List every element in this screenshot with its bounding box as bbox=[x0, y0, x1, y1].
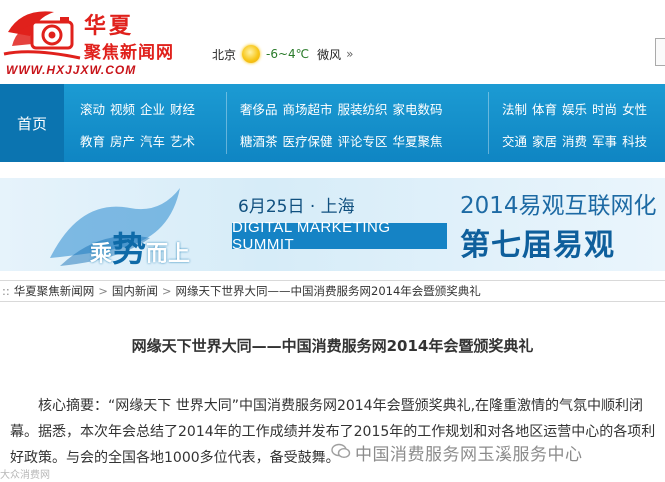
nav-divider bbox=[226, 92, 227, 154]
banner-slogan: 乘势而上 bbox=[90, 222, 190, 271]
nav-link[interactable]: 娱乐 bbox=[562, 102, 587, 117]
nav-link[interactable]: 服装纺织 bbox=[338, 102, 388, 117]
breadcrumb-separator: > bbox=[98, 284, 108, 298]
wechat-icon bbox=[331, 443, 351, 459]
nav-home[interactable]: 首页 bbox=[0, 84, 64, 162]
nav-link[interactable]: 奢侈品 bbox=[240, 102, 278, 117]
slogan-suffix: 而上 bbox=[146, 241, 191, 267]
nav-link[interactable]: 教育 bbox=[80, 134, 105, 149]
banner-summit-label: DIGITAL MARKETING SUMMIT bbox=[232, 219, 447, 253]
nav-link[interactable]: 滚动 bbox=[80, 102, 105, 117]
breadcrumb: :: 华夏聚焦新闻网 > 国内新闻 > 网缘天下世界大同——中国消费服务网201… bbox=[0, 280, 665, 302]
nav-link[interactable]: 消费 bbox=[562, 134, 587, 149]
article-title: 网缘天下世界大同——中国消费服务网2014年会暨颁奖典礼 bbox=[131, 337, 534, 355]
nav-link[interactable]: 评论专区 bbox=[338, 134, 388, 149]
logo-title-bottom: 聚焦新闻网 bbox=[84, 43, 174, 63]
nav-link[interactable]: 法制 bbox=[502, 102, 527, 117]
nav-link[interactable]: 女性 bbox=[622, 102, 647, 117]
nav-link[interactable]: 军事 bbox=[592, 134, 617, 149]
nav-link[interactable]: 企业 bbox=[140, 102, 165, 117]
site-header: 华夏 聚焦新闻网 WWW.HXJJXW.COM 北京 -6~4℃ 微风 » bbox=[0, 0, 665, 84]
banner-date: 6月25日 · 上海 bbox=[238, 197, 355, 217]
weather-city: 北京 bbox=[212, 47, 237, 62]
breadcrumb-category[interactable]: 国内新闻 bbox=[112, 283, 158, 299]
nav-link[interactable]: 医疗保健 bbox=[283, 134, 333, 149]
double-chevron-right-icon[interactable]: » bbox=[346, 47, 353, 61]
site-logo[interactable]: 华夏 聚焦新闻网 WWW.HXJJXW.COM bbox=[0, 0, 200, 84]
nav-link[interactable]: 家电数码 bbox=[393, 102, 443, 117]
weather-wind: 微风 bbox=[317, 47, 342, 62]
search-box-edge[interactable] bbox=[655, 38, 665, 66]
nav-link[interactable]: 视频 bbox=[110, 102, 135, 117]
nav-link[interactable]: 汽车 bbox=[140, 134, 165, 149]
logo-url: WWW.HXJJXW.COM bbox=[6, 63, 137, 77]
breadcrumb-separator: > bbox=[161, 284, 172, 298]
summit-banner[interactable]: 乘势而上 6月25日 · 上海 DIGITAL MARKETING SUMMIT… bbox=[0, 178, 665, 271]
main-nav: 首页 滚动 视频 企业 财经 教育 房产 汽车 艺术 奢侈品 商场超市 服装纺织 家电数码 糖酒茶… bbox=[0, 84, 665, 162]
nav-link[interactable]: 房产 bbox=[110, 134, 135, 149]
nav-link[interactable]: 商场超市 bbox=[283, 102, 333, 117]
nav-link[interactable]: 交通 bbox=[502, 134, 527, 149]
camera-logo-icon bbox=[3, 11, 81, 60]
banner-title-line2: 第七届易观 bbox=[460, 228, 615, 263]
weather-temp: -6~4℃ bbox=[266, 47, 310, 61]
watermark-text: 中国消费服务网玉溪服务中心 bbox=[355, 445, 583, 465]
nav-link[interactable]: 科技 bbox=[622, 134, 647, 149]
banner-title-line1: 2014易观互联网化 bbox=[460, 193, 657, 219]
nav-divider bbox=[488, 92, 489, 154]
breadcrumb-dots-icon: :: bbox=[2, 284, 10, 298]
nav-link[interactable]: 体育 bbox=[532, 102, 557, 117]
sun-icon bbox=[242, 45, 261, 63]
logo-title-top: 华夏 bbox=[84, 13, 135, 39]
watermark-small: 大众消费网 bbox=[0, 470, 50, 481]
nav-link[interactable]: 财经 bbox=[170, 102, 195, 117]
nav-link[interactable]: 时尚 bbox=[592, 102, 617, 117]
nav-link[interactable]: 家居 bbox=[532, 134, 557, 149]
nav-link[interactable]: 糖酒茶 bbox=[240, 134, 278, 149]
weather-widget[interactable]: 北京 -6~4℃ 微风 » bbox=[212, 44, 354, 64]
slogan-highlight: 势 bbox=[112, 230, 147, 270]
breadcrumb-home[interactable]: 华夏聚焦新闻网 bbox=[14, 283, 95, 299]
slogan-prefix: 乘 bbox=[90, 241, 113, 267]
nav-link[interactable]: 艺术 bbox=[170, 134, 195, 149]
nav-link[interactable]: 华夏聚焦 bbox=[393, 134, 443, 149]
breadcrumb-current[interactable]: 网缘天下世界大同——中国消费服务网2014年会暨颁奖典礼 bbox=[176, 283, 481, 299]
